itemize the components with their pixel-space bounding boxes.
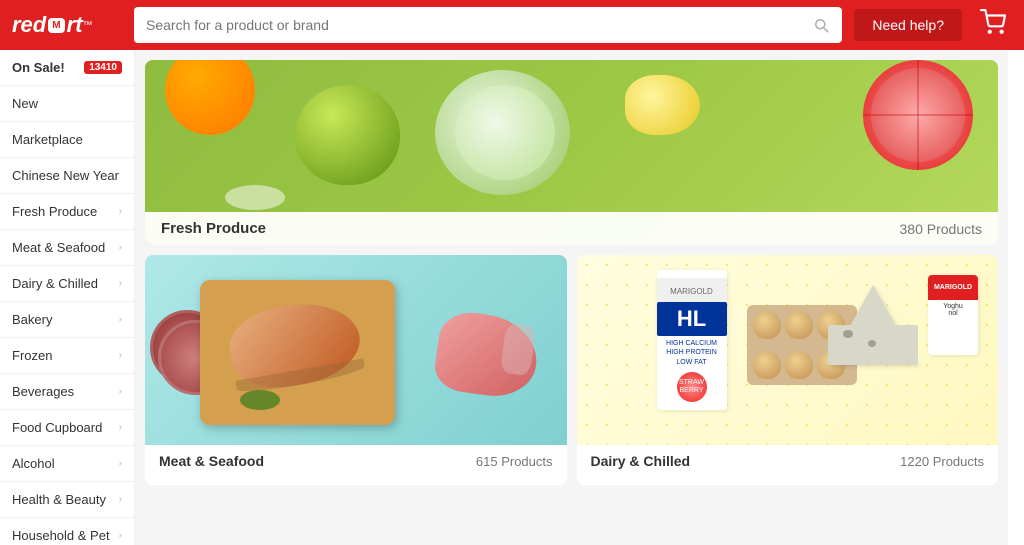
logo-text-left: red xyxy=(12,12,46,38)
dairy-card-image: MARIGOLD HL HIGH CALCIUM HIGH PROTEIN LO… xyxy=(577,255,999,445)
chevron-icon: › xyxy=(119,206,122,217)
meat-card-info: Meat & Seafood 615 Products xyxy=(145,445,567,477)
sidebar-label-meat-seafood: Meat & Seafood xyxy=(12,240,119,255)
chevron-icon: › xyxy=(119,350,122,361)
sidebar-label-frozen: Frozen xyxy=(12,348,119,363)
sidebar-label-alcohol: Alcohol xyxy=(12,456,119,471)
header: red M rt ™ Need help? xyxy=(0,0,1024,50)
meat-background xyxy=(145,255,567,445)
sidebar-item-on-sale[interactable]: On Sale! 13410 xyxy=(0,50,134,86)
sidebar-label-fresh-produce: Fresh Produce xyxy=(12,204,119,219)
logo-text-right: rt xyxy=(67,12,83,38)
chevron-icon: › xyxy=(119,314,122,325)
sidebar-item-health-beauty[interactable]: Health & Beauty › xyxy=(0,482,134,518)
yogurt-lid: MARIGOLD xyxy=(928,275,978,300)
meat-category-count: 615 Products xyxy=(476,454,553,469)
sidebar-label-bakery: Bakery xyxy=(12,312,119,327)
category-card-dairy-chilled[interactable]: MARIGOLD HL HIGH CALCIUM HIGH PROTEIN LO… xyxy=(577,255,999,485)
need-help-button[interactable]: Need help? xyxy=(854,9,962,41)
cutting-board xyxy=(200,280,395,425)
salmon-fillet xyxy=(224,294,366,395)
sidebar-label-chinese-new-year: Chinese New Year xyxy=(12,168,122,183)
apple-decoration xyxy=(295,85,400,185)
splash-effect xyxy=(225,185,285,210)
sidebar-label-health-beauty: Health & Beauty xyxy=(12,492,119,507)
chevron-icon: › xyxy=(119,458,122,469)
dairy-background: MARIGOLD HL HIGH CALCIUM HIGH PROTEIN LO… xyxy=(577,255,999,445)
hero-title: Fresh Produce xyxy=(161,220,266,237)
hero-count: 380 Products xyxy=(900,221,983,237)
chevron-icon: › xyxy=(119,278,122,289)
cart-button[interactable] xyxy=(974,9,1012,41)
cabbage-inner xyxy=(455,85,555,180)
sidebar-item-marketplace[interactable]: Marketplace xyxy=(0,122,134,158)
sidebar-label-beverages: Beverages xyxy=(12,384,119,399)
sidebar-item-household-pet[interactable]: Household & Pet › xyxy=(0,518,134,545)
sidebar-label-on-sale: On Sale! xyxy=(12,60,80,75)
sidebar-label-dairy-chilled: Dairy & Chilled xyxy=(12,276,119,291)
sidebar-label-food-cupboard: Food Cupboard xyxy=(12,420,119,435)
sidebar-item-bakery[interactable]: Bakery › xyxy=(0,302,134,338)
cheese-base xyxy=(828,325,918,365)
search-icon xyxy=(812,16,830,34)
egg-1 xyxy=(753,311,781,339)
cart-icon xyxy=(980,9,1006,35)
sidebar-label-new: New xyxy=(12,96,122,111)
search-button[interactable] xyxy=(800,7,842,43)
pork-chop xyxy=(431,308,541,401)
sidebar-item-chinese-new-year[interactable]: Chinese New Year xyxy=(0,158,134,194)
sidebar-item-dairy-chilled[interactable]: Dairy & Chilled › xyxy=(0,266,134,302)
category-grid: Meat & Seafood 615 Products MARIGOLD HL xyxy=(145,255,998,485)
sidebar-item-fresh-produce[interactable]: Fresh Produce › xyxy=(0,194,134,230)
sidebar-item-frozen[interactable]: Frozen › xyxy=(0,338,134,374)
sidebar-item-new[interactable]: New xyxy=(0,86,134,122)
sidebar-label-marketplace: Marketplace xyxy=(12,132,122,147)
hl-sub-text: HIGH CALCIUM HIGH PROTEIN LOW FAT xyxy=(666,339,717,366)
yogurt-brand: MARIGOLD xyxy=(934,284,972,291)
dairy-category-count: 1220 Products xyxy=(900,454,984,469)
chevron-icon: › xyxy=(119,530,122,541)
egg-2 xyxy=(785,311,813,339)
yogurt-type: Yoghunol xyxy=(928,300,978,320)
sidebar-item-food-cupboard[interactable]: Food Cupboard › xyxy=(0,410,134,446)
sidebar-item-alcohol[interactable]: Alcohol › xyxy=(0,446,134,482)
yogurt-container: MARIGOLD Yoghunol xyxy=(928,275,978,355)
logo-trademark: ™ xyxy=(82,20,92,31)
meat-card-image xyxy=(145,255,567,445)
milk-carton: MARIGOLD HL HIGH CALCIUM HIGH PROTEIN LO… xyxy=(657,270,727,410)
sidebar: On Sale! 13410 New Marketplace Chinese N… xyxy=(0,50,135,545)
carton-top: MARIGOLD xyxy=(657,278,727,302)
flavor-badge: STRAW BERRY xyxy=(677,372,707,402)
on-sale-badge: 13410 xyxy=(84,61,122,74)
grapefruit-decoration xyxy=(863,60,973,170)
dairy-category-name: Dairy & Chilled xyxy=(591,453,691,469)
herb-decoration xyxy=(240,390,280,410)
chevron-icon: › xyxy=(119,494,122,505)
chevron-icon: › xyxy=(119,386,122,397)
content-area: Fresh Produce 380 Products xyxy=(135,50,1008,545)
chevron-icon: › xyxy=(119,422,122,433)
logo: red M rt ™ xyxy=(12,12,122,38)
sidebar-item-beverages[interactable]: Beverages › xyxy=(0,374,134,410)
chevron-icon: › xyxy=(119,242,122,253)
search-input[interactable] xyxy=(134,7,800,43)
egg-4 xyxy=(753,351,781,379)
egg-5 xyxy=(785,351,813,379)
marigold-label: MARIGOLD xyxy=(670,287,713,296)
logo-icon: M xyxy=(48,18,64,33)
hero-banner[interactable]: Fresh Produce 380 Products xyxy=(145,60,998,245)
hl-label: HL xyxy=(657,302,727,336)
dairy-card-info: Dairy & Chilled 1220 Products xyxy=(577,445,999,477)
category-card-meat-seafood[interactable]: Meat & Seafood 615 Products xyxy=(145,255,567,485)
orange-decoration xyxy=(165,60,255,135)
meat-category-name: Meat & Seafood xyxy=(159,453,264,469)
sidebar-item-meat-seafood[interactable]: Meat & Seafood › xyxy=(0,230,134,266)
main-layout: On Sale! 13410 New Marketplace Chinese N… xyxy=(0,50,1024,545)
right-panel xyxy=(1008,50,1024,545)
lemon-decoration xyxy=(625,75,700,135)
search-bar[interactable] xyxy=(134,7,842,43)
sidebar-label-household-pet: Household & Pet xyxy=(12,528,119,543)
hero-info-bar: Fresh Produce 380 Products xyxy=(145,212,998,245)
